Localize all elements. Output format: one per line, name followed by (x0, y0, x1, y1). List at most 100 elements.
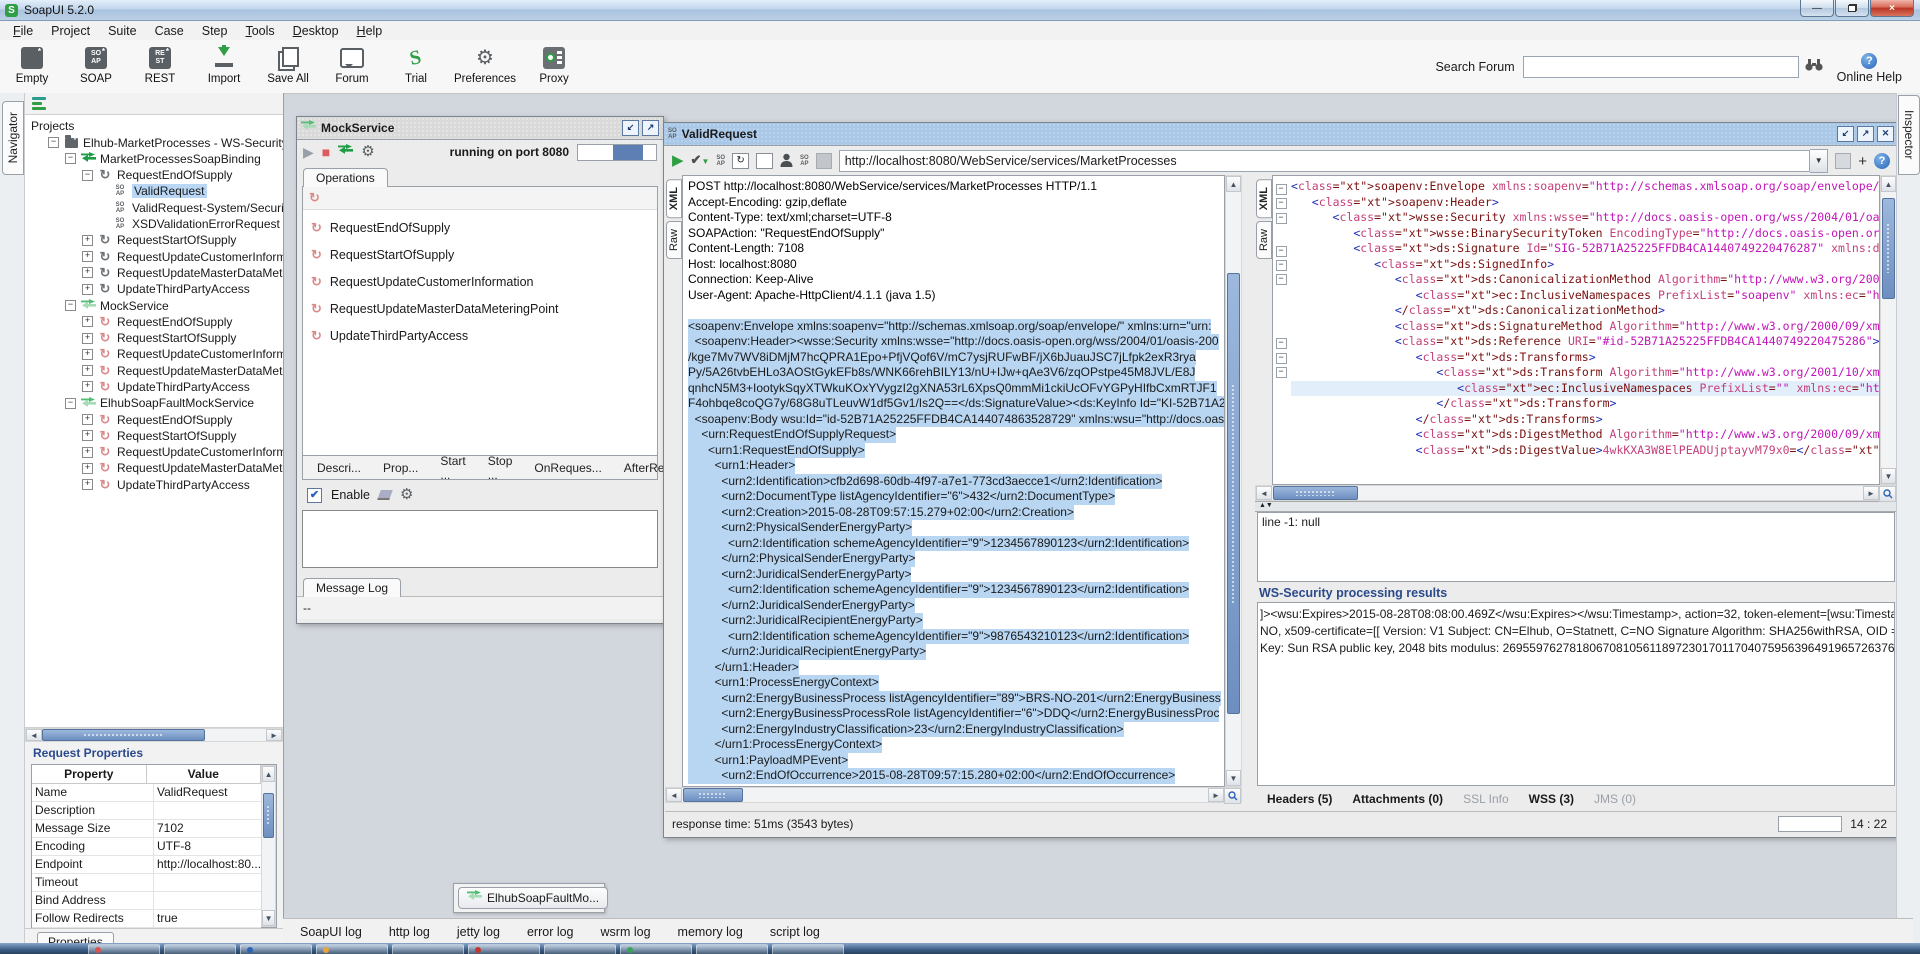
menu-file[interactable]: File (4, 24, 42, 38)
tree-expander-icon[interactable]: + (82, 333, 93, 344)
message-log-tab[interactable]: Message Log (303, 578, 401, 597)
menu-step[interactable]: Step (193, 24, 237, 38)
tree-item[interactable]: SOAPValidRequest (25, 183, 283, 199)
tree-item[interactable]: −Elhub-MarketProcesses - WS-Security (25, 134, 283, 150)
tree-expander-icon[interactable]: + (82, 430, 93, 441)
add-endpoint-icon[interactable]: + (1858, 153, 1867, 170)
view-tab-xml[interactable]: XML (1256, 179, 1272, 218)
toolbar-preferences-button[interactable]: ⚙Preferences (448, 40, 522, 85)
log-tab[interactable]: error log (527, 925, 574, 939)
online-help-button[interactable]: ? Online Help (1837, 53, 1902, 84)
toolbar-save-all-button[interactable]: Save All (256, 40, 320, 85)
mockservice-titlebar[interactable]: MockService ↙ ↗ (297, 117, 663, 140)
tree-expander-icon[interactable]: + (82, 284, 93, 295)
fold-gutter[interactable]: −−−−−−−−− (1273, 176, 1289, 484)
view-tab-raw[interactable]: Raw (666, 221, 682, 259)
restore-button[interactable] (1835, 0, 1869, 17)
property-row[interactable]: Bind Address (32, 892, 261, 910)
eraser-icon[interactable] (377, 490, 393, 500)
operation-item[interactable]: ↻RequestUpdateMasterDataMeteringPoint (303, 295, 657, 322)
taskbar-button[interactable] (620, 944, 692, 954)
mock-script-tab[interactable]: Descri... (317, 461, 361, 475)
log-tab[interactable]: SoapUI log (300, 925, 362, 939)
script-editor[interactable] (302, 510, 658, 568)
validation-log[interactable]: line -1: null (1257, 512, 1895, 582)
close-button[interactable]: × (1870, 0, 1914, 17)
recreate-request-icon[interactable]: ↻ (732, 153, 749, 169)
operation-item[interactable]: ↻RequestEndOfSupply (303, 214, 657, 241)
toolbar-import-button[interactable]: Import (192, 40, 256, 85)
fold-icon[interactable]: − (1276, 198, 1287, 209)
magnifier-icon[interactable] (1224, 788, 1241, 804)
properties-vscrollbar[interactable]: ▲ ▼ (261, 765, 276, 927)
property-row[interactable]: Timeout (32, 874, 261, 892)
operation-icon[interactable]: ↻ (309, 192, 320, 204)
property-row[interactable]: Description (32, 802, 261, 820)
operation-item[interactable]: ↻UpdateThirdPartyAccess (303, 322, 657, 349)
endpoint-dropdown-icon[interactable]: ▼ (1810, 149, 1828, 173)
add-to-testcase-icon[interactable]: ✔▼ (691, 153, 710, 169)
validrequest-titlebar[interactable]: SOAP ValidRequest ↙ ↗ ✕ (664, 123, 1896, 146)
tree-item[interactable]: −MarketProcessesSoapBinding (25, 151, 283, 167)
tree-expander-icon[interactable]: + (82, 381, 93, 392)
editor-splitter[interactable] (1242, 175, 1255, 811)
log-tab[interactable]: http log (389, 925, 430, 939)
submit-request-icon[interactable]: ▶ (672, 154, 684, 168)
tree-expander-icon[interactable]: − (65, 153, 76, 164)
menu-suite[interactable]: Suite (99, 24, 146, 38)
stop-mockservice-icon[interactable]: ■ (322, 145, 330, 159)
ws-addressing-icon[interactable]: SOAP (800, 155, 809, 167)
tree-expander-icon[interactable]: + (82, 251, 93, 262)
toolbar-trial-button[interactable]: STrial (384, 40, 448, 85)
menu-case[interactable]: Case (146, 24, 193, 38)
frame-maximize-icon[interactable]: ↗ (642, 120, 659, 136)
restart-mockservice-icon[interactable] (338, 144, 353, 160)
operation-item[interactable]: ↻RequestUpdateCustomerInformation (303, 268, 657, 295)
property-row[interactable]: Follow Redirectstrue (32, 910, 261, 928)
tree-expander-icon[interactable]: + (82, 235, 93, 246)
menu-help[interactable]: Help (348, 24, 392, 38)
menu-project[interactable]: Project (42, 24, 99, 38)
tree-item[interactable]: +↻RequestUpdateCustomerInformation (25, 346, 283, 362)
tree-expander-icon[interactable]: + (82, 365, 93, 376)
taskbar-button[interactable] (164, 944, 236, 954)
magnifier-icon[interactable] (1879, 486, 1896, 502)
minimized-elhubsoapfault-window[interactable]: ElhubSoapFaultMo... (453, 883, 605, 913)
fold-icon[interactable]: − (1276, 338, 1287, 349)
enable-checkbox[interactable]: ✔ (307, 488, 322, 503)
request-help-icon[interactable]: ? (1874, 153, 1890, 169)
tree-item[interactable]: +↻RequestStartOfSupply (25, 330, 283, 346)
frame-maximize-icon[interactable]: ↗ (1857, 126, 1874, 142)
inspector-tab[interactable]: Attachments (0) (1352, 792, 1443, 806)
tree-item[interactable]: +↻RequestStartOfSupply (25, 428, 283, 444)
navigator-side-tab[interactable]: Navigator (2, 101, 24, 175)
run-mockservice-icon[interactable]: ▶ (303, 145, 314, 159)
fold-icon[interactable]: − (1276, 184, 1287, 195)
tree-expander-icon[interactable]: + (82, 267, 93, 278)
endpoint-url-field[interactable]: http://localhost:8080/WebService/service… (839, 150, 1811, 172)
mock-script-tab[interactable]: Stop ... (488, 454, 513, 482)
view-tab-xml[interactable]: XML (666, 179, 682, 218)
tree-expander-icon[interactable]: − (65, 300, 76, 311)
credentials-icon[interactable] (780, 153, 793, 170)
inspector-tab[interactable]: WSS (3) (1529, 792, 1574, 806)
tree-item[interactable]: +↻RequestUpdateMasterDataMeteringPoint (25, 460, 283, 476)
taskbar-button[interactable] (544, 944, 616, 954)
request-hscrollbar[interactable]: ◄ ► (665, 787, 1242, 803)
request-vscrollbar[interactable]: ▲ ▼ (1225, 175, 1242, 787)
log-tab[interactable]: wsrm log (601, 925, 651, 939)
fold-icon[interactable]: − (1276, 367, 1287, 378)
frame-restore-icon[interactable]: ↙ (1837, 126, 1854, 142)
inspector-tab[interactable]: Headers (5) (1267, 792, 1332, 806)
inspector-side-tab[interactable]: Inspector (1898, 95, 1920, 175)
tree-item[interactable]: Projects (25, 118, 283, 134)
minimize-button[interactable]: — (1800, 0, 1834, 17)
tree-item[interactable]: +↻UpdateThirdPartyAccess (25, 477, 283, 493)
mock-script-tab[interactable]: Prop... (383, 461, 418, 475)
search-forum-input[interactable] (1523, 56, 1799, 78)
toolbar-proxy-button[interactable]: Proxy (522, 40, 586, 85)
fold-icon[interactable]: − (1276, 274, 1287, 285)
taskbar-button[interactable] (468, 944, 540, 954)
toolbar-rest-button[interactable]: *RESTREST (128, 40, 192, 85)
property-row[interactable]: Endpointhttp://localhost:80... (32, 856, 261, 874)
